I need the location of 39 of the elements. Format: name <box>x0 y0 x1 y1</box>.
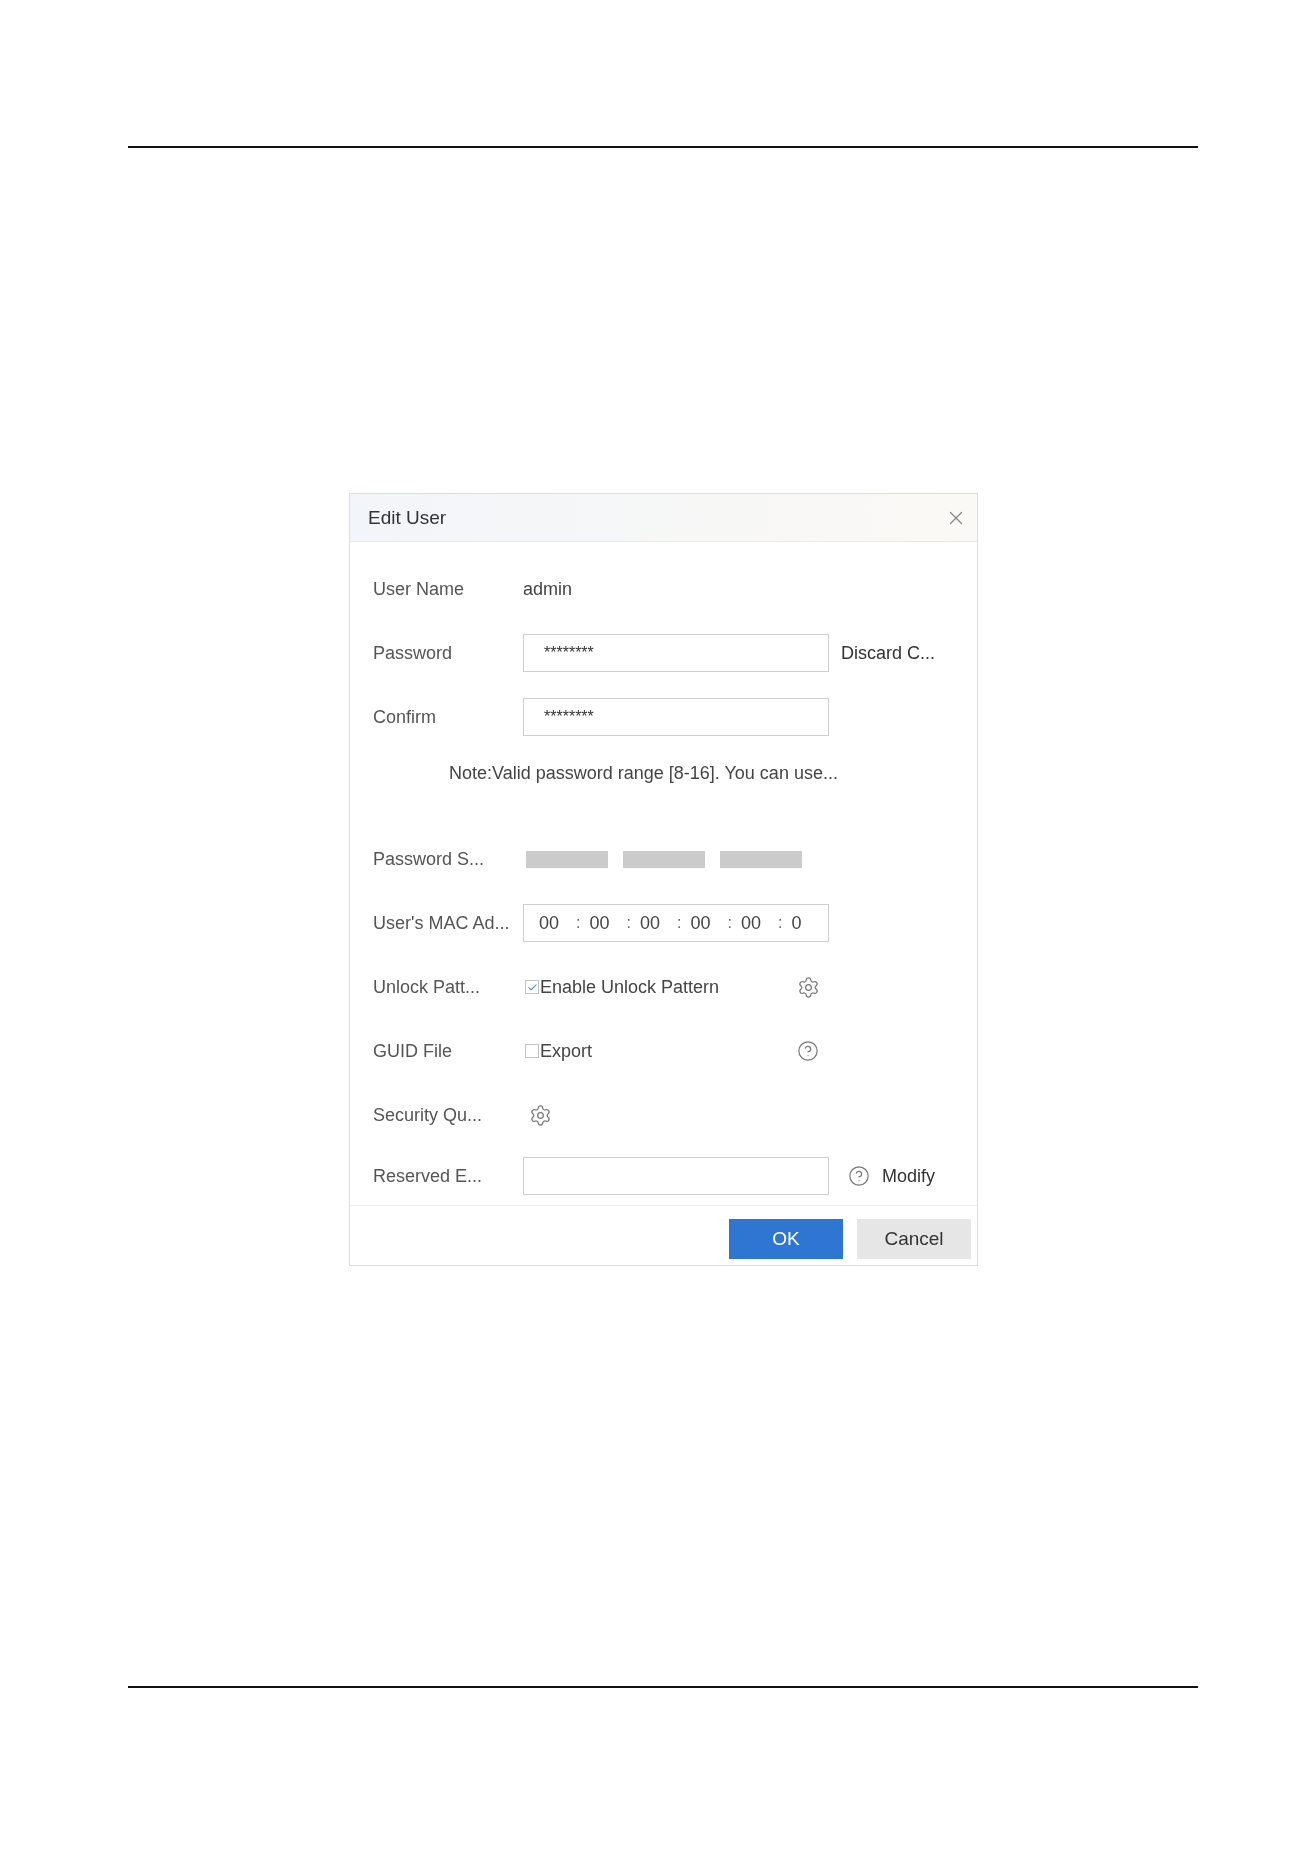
colon-separator: : <box>727 914 732 932</box>
field-label: Password S... <box>373 848 485 870</box>
field-label: Password <box>373 642 453 664</box>
mac-octet[interactable]: 00 <box>690 912 711 934</box>
help-icon[interactable] <box>848 1165 870 1187</box>
dialog-title: Edit User <box>368 506 447 529</box>
field-label: User Name <box>373 578 465 600</box>
help-icon[interactable] <box>797 1040 819 1062</box>
checkbox[interactable] <box>525 1044 539 1058</box>
field-label: User's MAC Ad... <box>373 912 510 934</box>
field-label: Security Qu... <box>373 1104 483 1126</box>
field-label: Reserved E... <box>373 1165 483 1187</box>
field-label: GUID File <box>373 1040 452 1062</box>
field-value: admin <box>523 578 573 600</box>
colon-separator: : <box>626 914 631 932</box>
settings-icon[interactable] <box>797 975 820 999</box>
colon-separator: : <box>576 914 581 932</box>
field-label: Unlock Patt... <box>373 976 481 998</box>
cancel-button[interactable]: Cancel <box>857 1219 971 1259</box>
ok-button[interactable]: OK <box>729 1219 843 1259</box>
checkbox[interactable] <box>525 980 539 994</box>
modify-link[interactable]: Modify <box>882 1165 935 1187</box>
password-field[interactable]: ******** <box>523 698 829 736</box>
email-field[interactable] <box>523 1157 829 1195</box>
discard-link[interactable]: Discard C... <box>841 642 936 664</box>
mac-octet[interactable]: 00 <box>639 912 660 934</box>
field-label: Confirm <box>373 706 436 728</box>
checkbox-label[interactable]: Enable Unlock Pattern <box>540 976 720 998</box>
password-field[interactable]: ******** <box>523 634 829 672</box>
colon-separator: : <box>677 914 682 932</box>
mac-address-field[interactable]: 00 : 00 : 00 : 00 : 00 : 0 <box>523 904 829 942</box>
mac-octet[interactable]: 00 <box>539 912 560 934</box>
settings-icon[interactable] <box>529 1103 552 1127</box>
checkbox-label[interactable]: Export <box>540 1040 593 1062</box>
colon-separator: : <box>777 914 783 932</box>
mac-octet[interactable]: 00 <box>589 912 610 934</box>
mac-octet[interactable]: 00 <box>740 912 761 934</box>
mac-octet[interactable]: 0 <box>791 912 802 934</box>
note-text: Note:Valid password range [8-16]. You can use... <box>449 762 838 784</box>
